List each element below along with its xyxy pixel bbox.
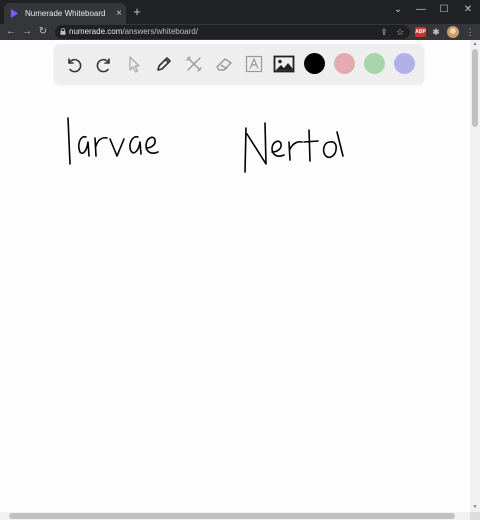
new-tab-button[interactable]: +	[130, 5, 144, 19]
pen-icon[interactable]	[152, 52, 176, 76]
back-button[interactable]: ←	[4, 24, 18, 40]
adblock-extension-icon[interactable]: ABP	[415, 27, 426, 37]
redo-icon[interactable]	[92, 52, 116, 76]
numerade-play-icon	[10, 9, 19, 18]
scrollbar-corner	[470, 512, 480, 520]
eraser-icon[interactable]	[212, 52, 236, 76]
scroll-up-icon[interactable]: ▲	[472, 41, 478, 47]
bookmark-star-icon[interactable]: ☆	[394, 26, 406, 38]
undo-icon[interactable]	[62, 52, 86, 76]
handwriting-larvae	[67, 117, 159, 165]
color-swatch-lavender[interactable]	[394, 53, 415, 74]
pointer-icon[interactable]	[122, 52, 146, 76]
profile-avatar[interactable]	[447, 26, 459, 38]
share-icon[interactable]: ⇪	[378, 26, 390, 38]
vertical-scroll-thumb[interactable]	[472, 49, 478, 127]
color-swatch-pink[interactable]	[334, 53, 355, 74]
scroll-down-icon[interactable]: ▼	[472, 504, 478, 510]
forward-button[interactable]: →	[20, 24, 34, 40]
image-icon[interactable]	[272, 52, 296, 76]
vertical-scrollbar[interactable]: ▲ ▼	[470, 40, 480, 512]
text-icon[interactable]	[242, 52, 266, 76]
tab-strip: Numerade Whiteboard × + ⌄ — ☐ ✕	[0, 0, 480, 24]
close-window-button[interactable]: ✕	[459, 2, 477, 18]
url-path: /answers/whiteboard/	[122, 27, 198, 36]
browser-menu-icon[interactable]: ⋮	[464, 26, 476, 38]
address-bar[interactable]: numerade.com/answers/whiteboard/	[55, 25, 410, 39]
whiteboard-toolbar	[54, 44, 424, 84]
whiteboard-page	[0, 40, 470, 512]
tab-title: Numerade Whiteboard	[25, 9, 106, 18]
horizontal-scroll-thumb[interactable]	[9, 513, 455, 519]
color-swatch-green[interactable]	[364, 53, 385, 74]
drawing-canvas[interactable]	[0, 90, 470, 510]
handwriting-nerto	[244, 122, 344, 173]
extensions-puzzle-icon[interactable]: ✱	[430, 26, 442, 38]
tools-icon[interactable]	[182, 52, 206, 76]
lock-icon[interactable]	[60, 28, 66, 35]
color-swatch-black[interactable]	[304, 53, 325, 74]
browser-toolbar: ← → ↻ numerade.com/answers/whiteboard/ ⇪…	[0, 24, 480, 40]
maximize-button[interactable]: ☐	[435, 2, 453, 18]
tab-numerade-whiteboard[interactable]: Numerade Whiteboard ×	[4, 3, 126, 24]
reload-button[interactable]: ↻	[36, 24, 50, 40]
horizontal-scrollbar[interactable]	[0, 512, 470, 520]
tab-search-chevron-icon[interactable]: ⌄	[389, 2, 407, 18]
tab-close-icon[interactable]: ×	[112, 8, 126, 19]
minimize-button[interactable]: —	[412, 2, 430, 18]
url-host: numerade.com	[69, 27, 123, 36]
